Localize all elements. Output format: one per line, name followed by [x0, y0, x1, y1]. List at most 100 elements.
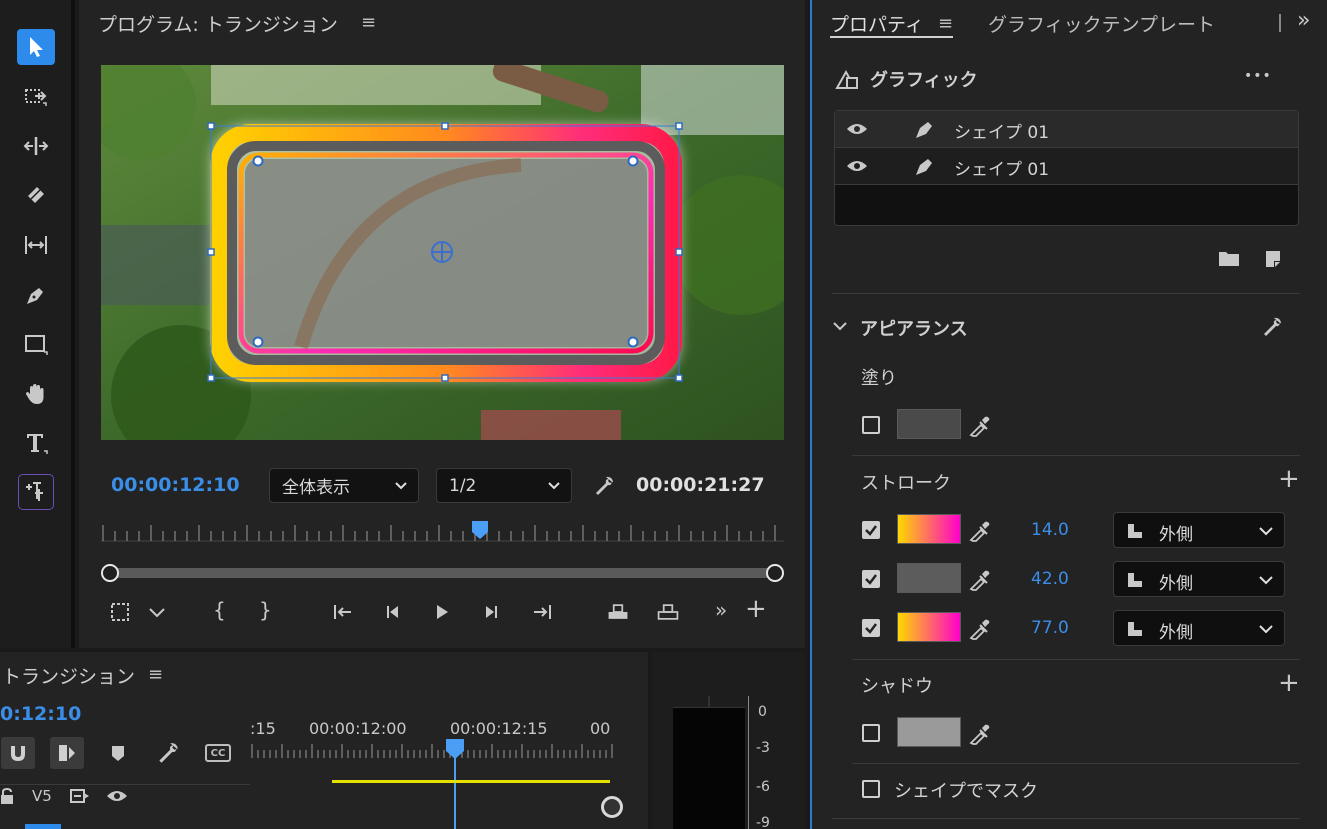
stroke-position-dropdown[interactable]: 外側 — [1113, 610, 1285, 646]
captions-icon[interactable]: CC — [205, 744, 231, 762]
more-options-icon[interactable]: ••• — [1244, 68, 1272, 84]
overflow-tabs-icon[interactable]: » — [1297, 8, 1310, 33]
panel-menu-icon[interactable]: ≡ — [148, 664, 163, 685]
tools-panel — [0, 0, 75, 648]
eye-icon[interactable] — [846, 158, 868, 174]
target-track-indicator[interactable] — [25, 824, 61, 829]
eyedropper-icon[interactable] — [968, 519, 992, 543]
pen-icon — [913, 154, 937, 178]
add-shadow-button[interactable]: + — [1278, 668, 1300, 698]
rectangle-tool-icon[interactable] — [16, 326, 56, 362]
timeline-panel: トランジション ≡ 0:12:10 CC :15 00:00:12:00 00:… — [0, 652, 648, 829]
timeline-zoom-handle[interactable] — [601, 796, 623, 818]
timeline-playhead-icon[interactable] — [445, 738, 465, 760]
linked-selection-icon[interactable] — [50, 737, 84, 769]
playhead-icon[interactable] — [471, 520, 489, 540]
chevron-down-icon[interactable] — [144, 598, 170, 626]
divider — [852, 763, 1300, 764]
stroke-checkbox[interactable] — [862, 570, 880, 588]
more-buttons-icon[interactable]: » — [715, 598, 727, 622]
play-icon[interactable] — [427, 598, 455, 626]
tab-graphic-templates[interactable]: グラフィックテンプレート — [988, 10, 1215, 37]
chevron-down-icon[interactable] — [832, 318, 848, 334]
add-marker-icon[interactable] — [106, 740, 130, 766]
zoom-handle-left[interactable] — [101, 564, 119, 582]
shadow-color-swatch[interactable] — [897, 717, 961, 747]
safe-margins-icon[interactable] — [106, 598, 134, 626]
lock-icon[interactable] — [0, 787, 14, 804]
zoom-handle-right[interactable] — [766, 564, 784, 582]
eyedropper-icon[interactable] — [968, 568, 992, 592]
go-to-out-icon[interactable] — [528, 598, 556, 626]
video-preview[interactable] — [101, 65, 784, 440]
razor-tool-icon[interactable] — [16, 177, 56, 213]
tab-properties[interactable]: プロパティ — [830, 10, 924, 37]
selection-tool-icon[interactable] — [17, 29, 55, 65]
fill-color-swatch[interactable] — [897, 409, 961, 439]
new-layer-icon[interactable] — [1262, 247, 1284, 269]
current-timecode[interactable]: 00:00:12:10 — [111, 474, 240, 496]
snap-icon[interactable] — [1, 737, 35, 769]
eyedropper-icon[interactable] — [968, 722, 992, 746]
resolution-value: 1/2 — [449, 475, 477, 496]
pen-tool-icon[interactable] — [16, 277, 56, 313]
eyedropper-icon[interactable] — [968, 617, 992, 641]
fill-checkbox[interactable] — [862, 416, 880, 434]
appearance-title[interactable]: アピアランス — [860, 315, 968, 341]
ripple-edit-tool-icon[interactable] — [16, 128, 56, 164]
add-stroke-button[interactable]: + — [1278, 464, 1300, 494]
wrench-icon[interactable] — [590, 472, 618, 500]
hand-tool-icon[interactable] — [16, 376, 56, 412]
stroke-position-dropdown[interactable]: 外側 — [1113, 512, 1285, 548]
lift-icon[interactable] — [602, 598, 634, 626]
slip-tool-icon[interactable] — [16, 227, 56, 263]
stroke-color-swatch[interactable] — [897, 612, 961, 642]
track-select-tool-icon[interactable] — [16, 78, 56, 114]
folder-icon[interactable] — [1217, 248, 1241, 268]
eyedropper-icon[interactable] — [968, 414, 992, 438]
go-to-in-icon[interactable] — [329, 598, 357, 626]
mark-out-button[interactable]: } — [259, 598, 272, 622]
timeline-settings-icon[interactable] — [155, 740, 181, 766]
layer-row[interactable]: シェイプ 01 — [835, 111, 1298, 148]
button-editor-icon[interactable]: + — [745, 594, 767, 624]
tab-divider — [1279, 14, 1281, 32]
layer-row[interactable]: シェイプ 01 — [835, 148, 1298, 185]
divider — [832, 293, 1300, 294]
timeline-title[interactable]: トランジション — [2, 662, 135, 689]
mark-in-button[interactable]: { — [213, 598, 226, 622]
extract-icon[interactable] — [652, 598, 684, 626]
type-tool-icon[interactable] — [16, 425, 56, 461]
zoom-level-dropdown[interactable]: 全体表示 — [269, 468, 419, 503]
sync-lock-icon[interactable] — [70, 788, 90, 804]
meter-scale-label: -9 — [756, 815, 770, 829]
track-label[interactable]: V5 — [32, 787, 52, 805]
timeline-ruler[interactable] — [250, 742, 615, 758]
timeline-timecode[interactable]: 0:12:10 — [0, 703, 81, 725]
step-back-icon[interactable] — [379, 598, 407, 626]
stroke-width-value[interactable]: 77.0 — [1031, 618, 1069, 638]
work-area-bar[interactable] — [332, 780, 610, 783]
wrench-icon[interactable] — [1260, 315, 1284, 339]
vertical-type-tool-icon[interactable] — [18, 474, 54, 510]
ruler-label: 00:00:12:00 — [309, 719, 407, 738]
mask-checkbox[interactable] — [862, 780, 880, 798]
stroke-color-swatch[interactable] — [897, 563, 961, 593]
panel-menu-icon[interactable]: ≡ — [361, 12, 376, 33]
stroke-checkbox[interactable] — [862, 521, 880, 539]
shadow-checkbox[interactable] — [862, 724, 880, 742]
step-forward-icon[interactable] — [477, 598, 505, 626]
stroke-width-value[interactable]: 42.0 — [1031, 569, 1069, 589]
stroke-checkbox[interactable] — [862, 619, 880, 637]
program-time-ruler[interactable] — [101, 521, 784, 545]
playback-resolution-dropdown[interactable]: 1/2 — [436, 468, 572, 503]
stroke-position-dropdown[interactable]: 外側 — [1113, 561, 1285, 597]
stroke-width-value[interactable]: 14.0 — [1031, 520, 1069, 540]
ruler-label: :15 — [250, 719, 276, 738]
zoom-scrollbar[interactable] — [101, 564, 784, 582]
eye-icon[interactable] — [106, 788, 128, 804]
stroke-color-swatch[interactable] — [897, 514, 961, 544]
panel-menu-icon[interactable]: ≡ — [938, 13, 953, 34]
eye-icon[interactable] — [846, 121, 868, 137]
chevron-down-icon — [548, 481, 560, 489]
